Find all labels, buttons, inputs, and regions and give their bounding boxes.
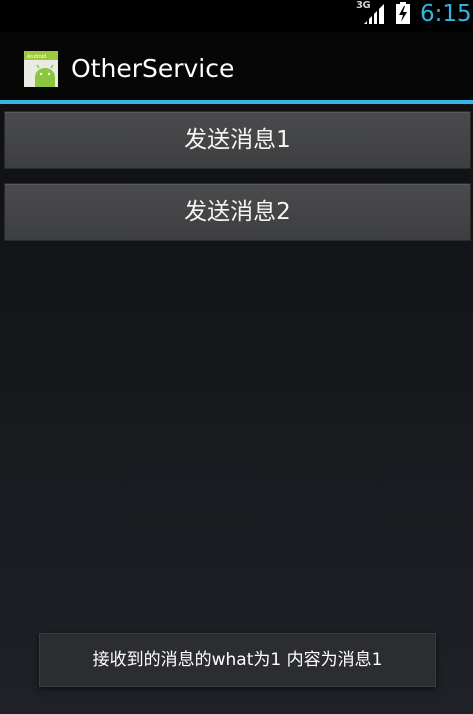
send-message-1-button[interactable]: 发送消息1 bbox=[4, 111, 471, 169]
app-screen: 3G 6:15 Android OtherService 发送消息1 发送消息2… bbox=[0, 0, 473, 714]
status-bar: 3G 6:15 bbox=[0, 0, 473, 32]
svg-text:Android: Android bbox=[27, 54, 46, 60]
action-bar: Android OtherService bbox=[0, 32, 473, 100]
app-title: OtherService bbox=[71, 54, 235, 83]
signal-bars-icon bbox=[364, 4, 384, 24]
signal-indicator: 3G bbox=[356, 0, 386, 25]
action-bar-divider bbox=[0, 100, 473, 104]
battery-charging-icon bbox=[396, 2, 410, 24]
android-app-icon[interactable]: Android bbox=[24, 49, 58, 89]
send-message-2-button[interactable]: 发送消息2 bbox=[4, 183, 471, 241]
toast-message: 接收到的消息的what为1 内容为消息1 bbox=[39, 633, 436, 687]
status-clock: 6:15 bbox=[420, 1, 472, 27]
